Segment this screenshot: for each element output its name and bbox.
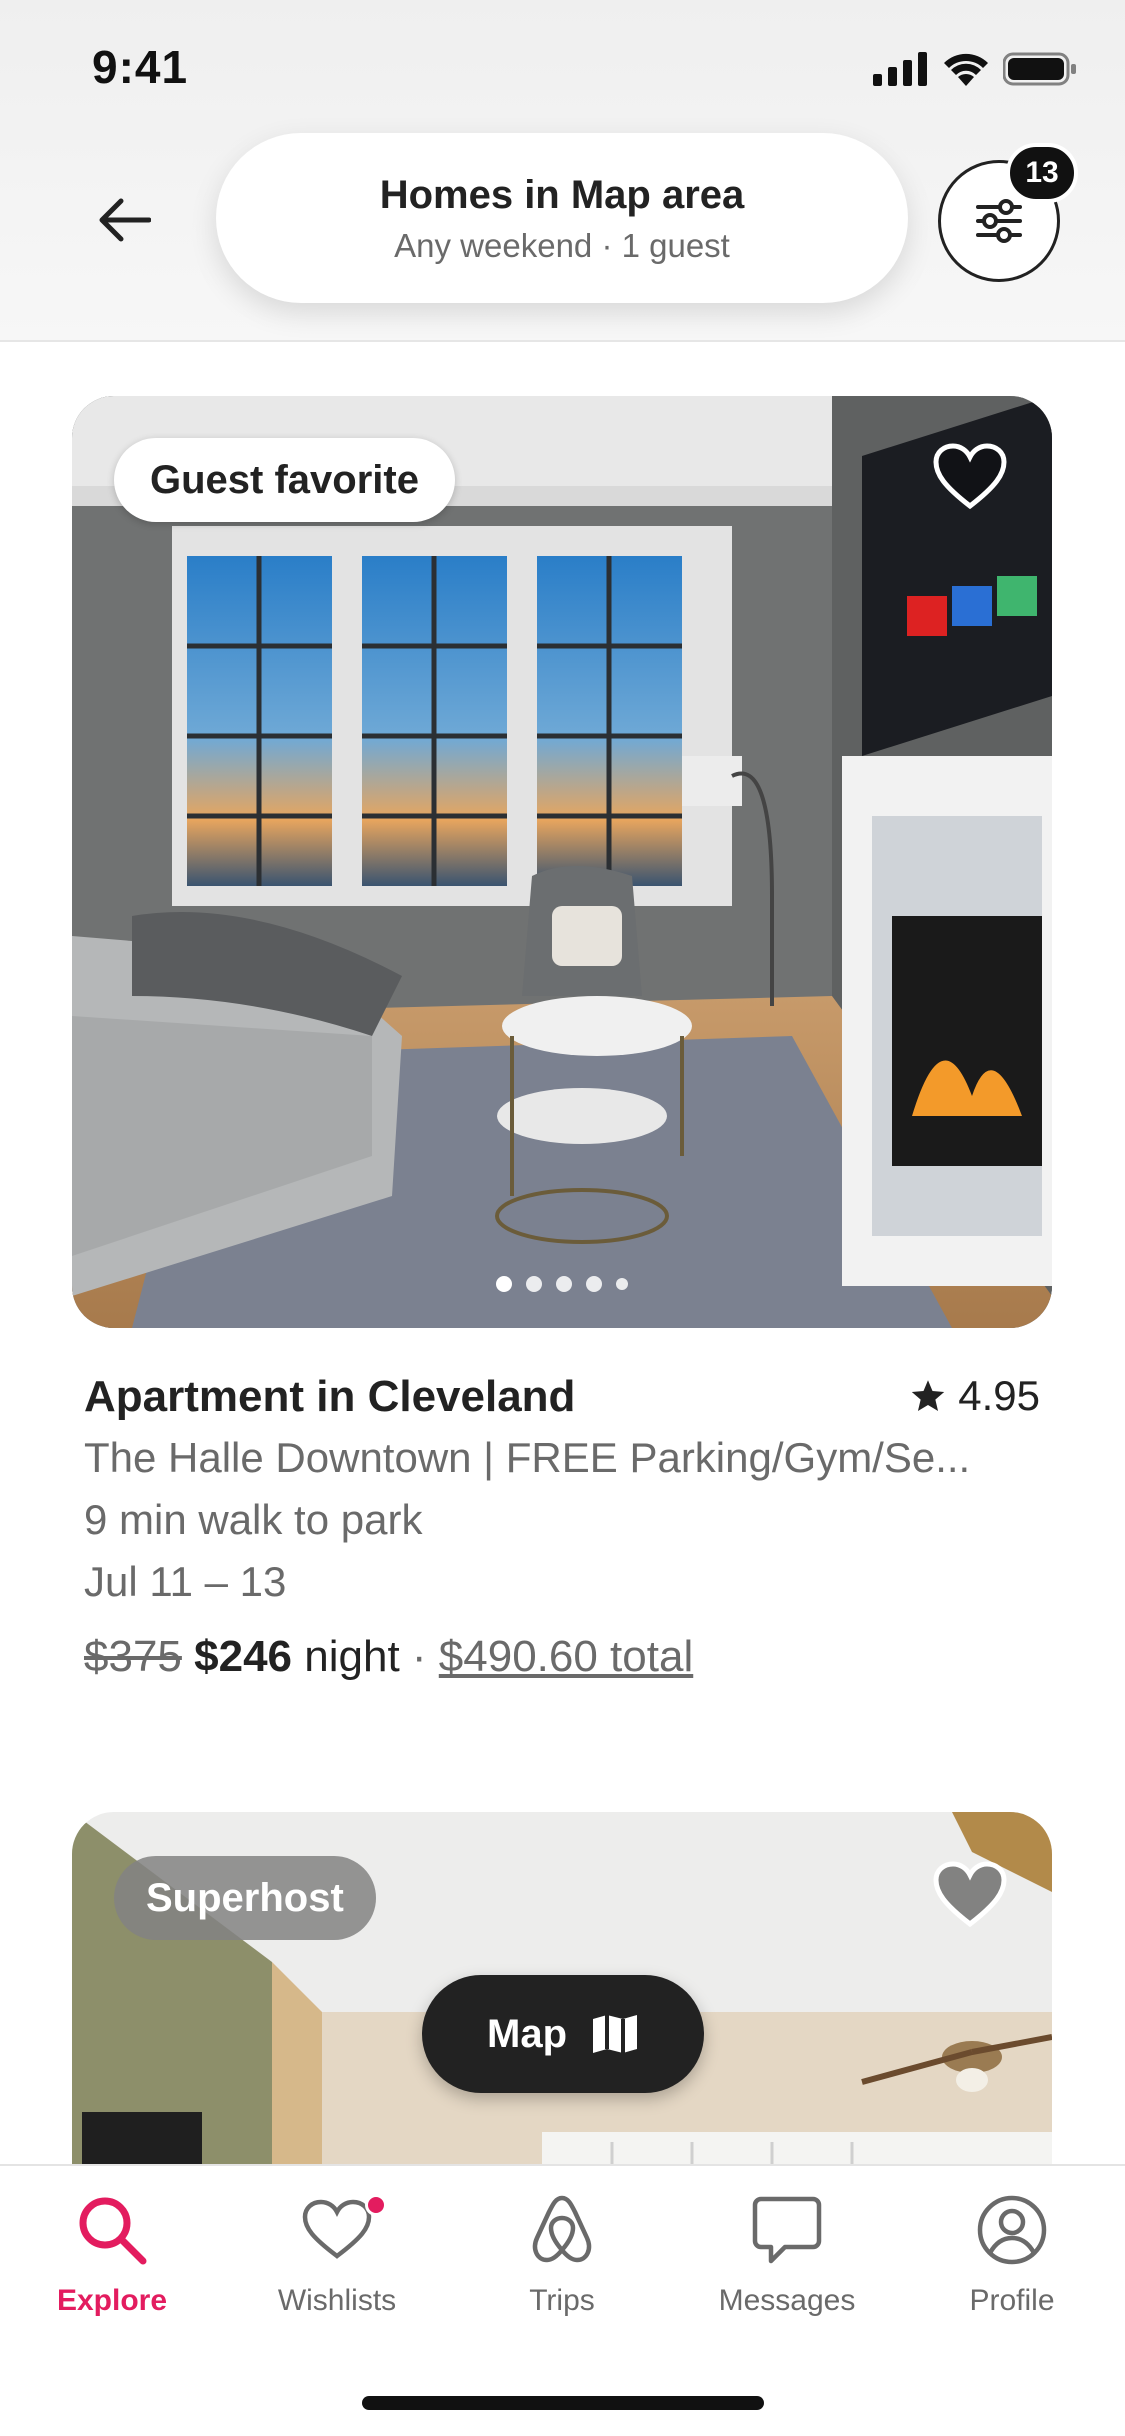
superhost-badge: Superhost: [114, 1856, 376, 1940]
heart-icon[interactable]: [932, 1860, 1008, 1930]
tab-explore[interactable]: Explore: [12, 2190, 212, 2318]
header: 9:41 Homes in Map area Any weekend · 1 g…: [0, 0, 1125, 342]
tab-label: Messages: [718, 2284, 856, 2317]
tab-label: Explore: [56, 2284, 168, 2317]
pagination-dot: [616, 1278, 628, 1290]
notification-dot: [365, 2194, 387, 2216]
listing-photo[interactable]: Guest favorite: [72, 396, 1052, 1328]
filter-count-badge: 13: [1006, 143, 1078, 203]
search-pill[interactable]: Homes in Map area Any weekend · 1 guest: [216, 133, 908, 303]
listing-dates: Jul 11 – 13: [84, 1558, 287, 1605]
map-button[interactable]: Map: [422, 1975, 704, 2093]
heart-icon[interactable]: [932, 442, 1008, 512]
star-icon: [912, 1380, 945, 1411]
search-icon: [12, 2190, 212, 2270]
tab-label: Profile: [969, 2284, 1055, 2317]
pagination-dot: [496, 1276, 512, 1292]
heart-icon: [237, 2190, 437, 2270]
guest-favorite-badge: Guest favorite: [114, 438, 455, 522]
listing-title: Apartment in Cleveland: [84, 1372, 576, 1421]
price-line: $375 $246 night · $490.60 total: [84, 1632, 693, 1682]
rating-value: 4.95: [958, 1372, 1040, 1419]
signal-icon: [873, 52, 927, 86]
price-unit: night: [304, 1632, 400, 1681]
back-button[interactable]: [90, 185, 160, 255]
listing-name: The Halle Downtown | FREE Parking/Gym/Se…: [84, 1434, 971, 1481]
wifi-icon: [944, 53, 988, 86]
map-button-label: Map: [487, 2011, 567, 2056]
status-time: 9:41: [92, 41, 189, 93]
tab-wishlists[interactable]: Wishlists: [237, 2190, 437, 2318]
pagination-dot: [586, 1276, 602, 1292]
tab-trips[interactable]: Trips: [462, 2190, 662, 2318]
tab-label: Wishlists: [277, 2284, 397, 2317]
status-bar: 9:41: [0, 0, 1125, 130]
current-price: $246: [194, 1632, 293, 1681]
search-title: Homes in Map area: [379, 173, 745, 217]
airbnb-logo-icon: [462, 2190, 662, 2270]
profile-icon: [912, 2190, 1112, 2270]
pagination-dot: [526, 1276, 542, 1292]
listing-distance: 9 min walk to park: [84, 1496, 423, 1543]
tab-profile[interactable]: Profile: [912, 2190, 1112, 2318]
living-room-photo: [72, 396, 1052, 1328]
tab-label: Trips: [529, 2284, 595, 2317]
message-icon: [687, 2190, 887, 2270]
photo-pagination: [72, 1276, 1052, 1292]
map-icon: [593, 2015, 637, 2053]
rating: 4.95: [910, 1372, 1040, 1420]
sliders-icon: [976, 199, 1022, 243]
total-price-link[interactable]: $490.60 total: [439, 1632, 693, 1681]
status-icons: [873, 52, 1077, 86]
home-indicator: [362, 2396, 764, 2410]
search-subtitle: Any weekend · 1 guest: [394, 227, 730, 264]
tab-messages[interactable]: Messages: [687, 2190, 887, 2318]
price-separator: ·: [399, 1632, 439, 1681]
arrow-left-icon: [99, 198, 151, 242]
battery-icon: [1003, 52, 1076, 86]
original-price: $375: [84, 1632, 182, 1681]
pagination-dot: [556, 1276, 572, 1292]
